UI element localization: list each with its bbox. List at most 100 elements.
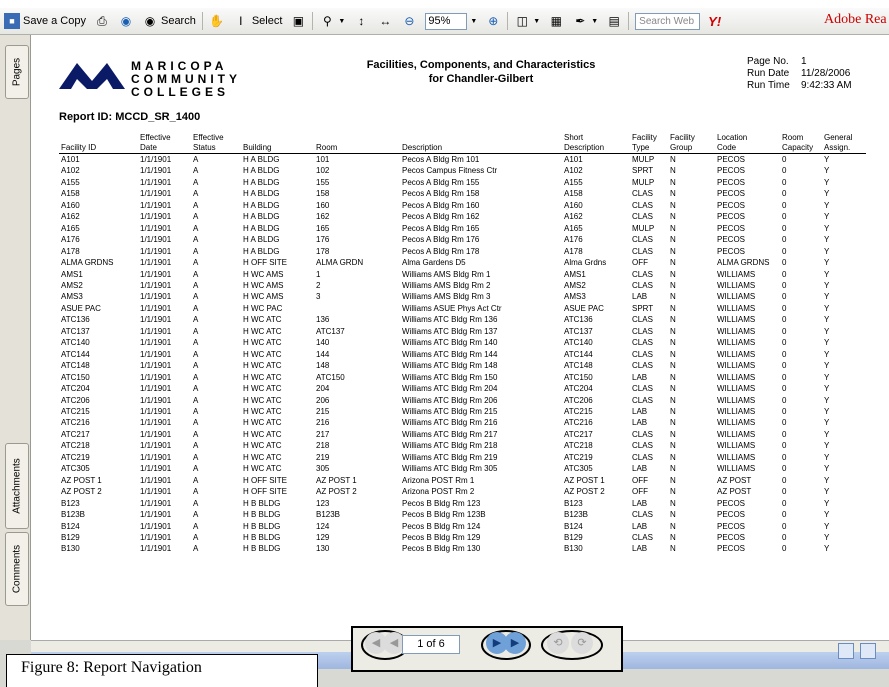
continuous-view-button[interactable] [860,643,876,659]
snapshot-button[interactable]: ▣ [286,10,310,32]
tab-comments[interactable]: Comments [5,532,29,606]
page-no-value: 1 [801,56,807,67]
table-cell: A [193,338,199,348]
column-header: Location Code [715,127,780,154]
zoom-in-button[interactable]: ⚲ ▼ [315,10,349,32]
search-web-input[interactable]: Search Web [635,12,701,30]
hand-tool-button[interactable]: ✋ [205,10,229,32]
zoom-select[interactable]: 95% ▼ [421,10,481,32]
tab-pages[interactable]: Pages [5,45,29,99]
fit-page-button[interactable]: ↕ [349,10,373,32]
table-row: ATC144 1/1/1901 A H WC ATC 144 Williams ATC B… [59,349,866,360]
table-cell: Y [824,418,830,428]
table-cell: Arizona POST Rm 2 [402,487,475,497]
single-page-view-button[interactable] [838,643,854,659]
back-arrow-icon: ⟲ [553,637,563,649]
last-page-button[interactable]: ▶ [504,632,526,654]
create-pdf-button[interactable]: ◫ ▼ [510,10,544,32]
zoom-in-circle-button[interactable]: ⊕ [481,10,505,32]
table-cell: 0 [782,521,787,531]
email-button[interactable]: ◉ [114,10,138,32]
column-header-line: Code [717,143,737,152]
table-cell: 0 [782,487,787,497]
table-cell: LAB [632,498,648,508]
table-cell: 0 [782,498,787,508]
search-label: Search [160,15,196,27]
table-cell: A101 [564,155,583,164]
table-cell: A [193,166,199,176]
table-row: A158 1/1/1901 A H A BLDG 158 Pecos A Bldg Rm … [59,188,866,199]
table-cell: WILLIAMS [717,464,756,474]
search-web-field[interactable]: Search Web [631,10,704,32]
column-header-line: Effective [140,133,171,142]
tab-attachments[interactable]: Attachments [5,443,29,529]
table-cell: OFF [632,258,648,268]
table-row: AMS3 1/1/1901 A H WC AMS 3 Williams AMS Bldg … [59,291,866,302]
table-cell: N [670,464,676,474]
run-date-value: 11/28/2006 [801,68,851,79]
table-cell: 1/1/1901 [140,166,172,176]
table-cell: H B BLDG [243,521,281,531]
review-button[interactable]: ▦ [544,10,568,32]
table-cell: 206 [316,395,330,405]
table-cell: 0 [782,418,787,428]
table-cell: H A BLDG [243,246,280,256]
table-cell: Williams ATC Bldg Rm 144 [402,349,498,359]
table-cell: PECOS [717,510,746,520]
table-cell: Y [824,384,830,394]
previous-view-button[interactable]: ⟲ [547,632,569,654]
table-cell: 1/1/1901 [140,200,172,210]
table-cell: 1/1/1901 [140,452,172,462]
table-row: ATC150 1/1/1901 A H WC ATC ATC150 Williams AT… [59,372,866,383]
report-title-line: Facilities, Components, and Characterist… [366,59,596,71]
yahoo-button[interactable]: Y! [704,10,725,32]
next-view-button[interactable]: ⟳ [571,632,593,654]
table-cell: Y [824,487,830,497]
table-cell: Williams AMS Bldg Rm 2 [402,280,491,290]
table-cell: N [670,258,676,268]
table-cell: 1/1/1901 [140,487,172,497]
table-cell: Y [824,280,830,290]
table-cell: 130 [316,544,330,554]
table-cell: Y [824,269,830,279]
forms-button[interactable]: ▤ [602,10,626,32]
table-cell: 1/1/1901 [140,532,172,542]
table-cell: H WC ATC [243,429,282,439]
print-button[interactable]: ⎙ [90,10,114,32]
table-cell: AMS2 [564,280,586,290]
sign-button[interactable]: ✒ ▼ [568,10,602,32]
table-cell: Pecos A Bldg Rm 162 [402,212,480,222]
table-cell: Williams ATC Bldg Rm 206 [402,395,498,405]
table-cell: WILLIAMS [717,269,756,279]
table-cell: CLAS [632,200,653,210]
table-cell: N [670,269,676,279]
document-view[interactable]: MARICOPA COMMUNITY COLLEGES Report ID: M… [31,35,889,640]
table-cell: CLAS [632,384,653,394]
table-cell: Williams ASUE Phys Act Ctr [402,303,502,313]
table-cell: Y [824,475,830,485]
table-cell: Williams ATC Bldg Rm 136 [402,315,498,325]
table-cell: ATC217 [61,429,90,439]
table-cell: CLAS [632,395,653,405]
select-tool-button[interactable]: I Select [229,10,287,32]
table-row: B123 1/1/1901 A H B BLDG 123 Pecos B Bldg Rm … [59,498,866,509]
fit-width-button[interactable]: ↔ [373,10,397,32]
table-cell: ATC140 [61,338,90,348]
column-header-line: Status [193,143,216,152]
table-cell: Y [824,395,830,405]
table-cell: Y [824,258,830,268]
table-cell: ATC305 [564,464,593,474]
table-cell: 0 [782,235,787,245]
search-button[interactable]: ◉ Search [138,10,200,32]
table-cell: N [670,189,676,199]
column-header-line: Short [564,133,584,142]
column-header-line: Description [402,143,443,152]
save-copy-button[interactable]: ■ Save a Copy [0,10,90,32]
zoom-out-button[interactable]: ⊖ [397,10,421,32]
table-cell: WILLIAMS [717,315,756,325]
table-cell: A [193,292,199,302]
table-row: AZ POST 2 1/1/1901 A H OFF SITE AZ POST 2 Ari… [59,486,866,497]
page-number-field[interactable]: 1 of 6 [402,635,460,654]
table-cell: Y [824,338,830,348]
table-row: A176 1/1/1901 A H A BLDG 176 Pecos A Bldg Rm … [59,234,866,245]
